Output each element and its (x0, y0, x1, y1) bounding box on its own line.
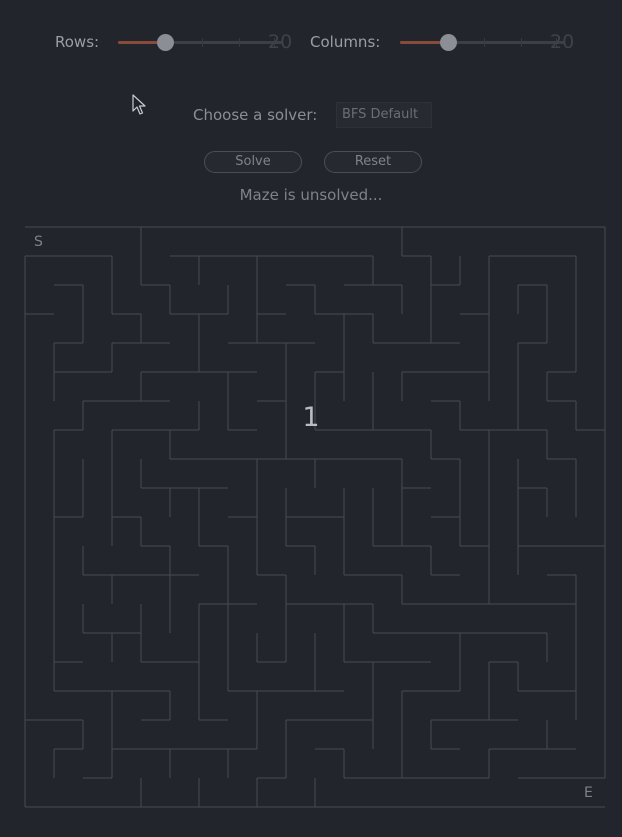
columns-value: 20 (550, 31, 575, 53)
status-text: Maze is unsolved... (239, 186, 383, 204)
columns-slider-thumb[interactable] (440, 34, 457, 51)
maze-grid (24, 226, 606, 808)
rows-slider-tick (202, 38, 203, 47)
columns-slider-tick (484, 38, 485, 47)
solver-label: Choose a solver: (193, 106, 318, 124)
rows-label: Rows: (55, 33, 100, 51)
reset-button[interactable]: Reset (324, 151, 422, 173)
maze-app: Rows: 20 Columns: 20 Choose a solver: BF… (0, 0, 622, 837)
columns-slider-tick (521, 38, 522, 47)
columns-slider[interactable] (400, 34, 565, 51)
solve-button[interactable]: Solve (204, 151, 302, 173)
rows-slider[interactable] (118, 34, 283, 51)
rows-value: 20 (268, 31, 293, 53)
rows-slider-thumb[interactable] (157, 34, 174, 51)
end-marker: E (584, 785, 593, 801)
mouse-cursor-icon (132, 94, 146, 115)
rows-slider-tick (239, 38, 240, 47)
center-number: 1 (302, 402, 320, 433)
size-controls: Rows: 20 Columns: 20 (0, 28, 622, 56)
start-marker: S (34, 234, 43, 250)
columns-label: Columns: (310, 33, 381, 51)
solver-select[interactable]: BFS Default (336, 102, 432, 128)
